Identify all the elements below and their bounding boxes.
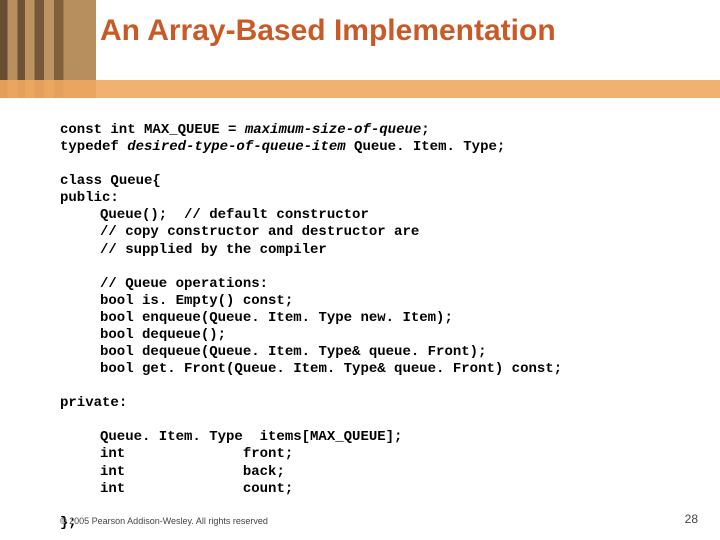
title-underline-bar <box>0 80 720 98</box>
code-line: bool dequeue(); <box>60 327 680 344</box>
footer-copyright: © 2005 Pearson Addison-Wesley. All right… <box>60 516 268 526</box>
code-text: dequeue(); <box>134 327 226 343</box>
code-keyword: int <box>100 446 125 462</box>
code-line: // Queue operations: <box>60 276 680 293</box>
code-text: ; <box>421 122 429 138</box>
code-line: // supplied by the compiler <box>60 242 680 259</box>
code-line: int count; <box>60 481 680 498</box>
code-text: dequeue(Queue. Item. Type& queue. Front)… <box>134 344 487 360</box>
code-keyword: bool <box>100 361 134 377</box>
code-line: int back; <box>60 464 680 481</box>
code-keyword: class <box>60 173 102 189</box>
code-keyword: bool <box>100 327 134 343</box>
code-keyword: public <box>60 190 110 206</box>
code-keyword: bool <box>100 344 134 360</box>
code-keyword: bool <box>100 293 134 309</box>
code-text: : <box>110 190 118 206</box>
code-line: bool dequeue(Queue. Item. Type& queue. F… <box>60 344 680 361</box>
code-text: back; <box>125 464 285 480</box>
code-text: Queue. Item. Type; <box>346 139 506 155</box>
code-text: : <box>119 395 127 411</box>
page-number: 28 <box>685 512 698 526</box>
code-text: count; <box>125 481 293 497</box>
code-line: Queue(); // default constructor <box>60 207 680 224</box>
code-keyword: const int <box>60 122 136 138</box>
code-keyword: private <box>60 395 119 411</box>
slide: An Array-Based Implementation const int … <box>0 0 720 540</box>
code-italic: maximum-size-of-queue <box>245 122 421 138</box>
slide-title: An Array-Based Implementation <box>100 14 700 48</box>
code-keyword: const <box>512 361 554 377</box>
code-text: ; <box>285 293 293 309</box>
code-line: Queue. Item. Type items[MAX_QUEUE]; <box>60 429 680 446</box>
code-line: bool get. Front(Queue. Item. Type& queue… <box>60 361 680 378</box>
code-line: int front; <box>60 446 680 463</box>
code-keyword: const <box>243 293 285 309</box>
code-keyword: typedef <box>60 139 127 155</box>
code-text: MAX_QUEUE = <box>136 122 245 138</box>
code-text: get. Front(Queue. Item. Type& queue. Fro… <box>134 361 512 377</box>
code-line: bool is. Empty() const; <box>60 293 680 310</box>
code-text: enqueue(Queue. Item. Type new. Item); <box>134 310 453 326</box>
code-text: is. Empty() <box>134 293 243 309</box>
code-text: front; <box>125 446 293 462</box>
code-text: ; <box>554 361 562 377</box>
code-italic: desired-type-of-queue-item <box>127 139 345 155</box>
code-text: Queue{ <box>102 173 161 189</box>
code-line: bool enqueue(Queue. Item. Type new. Item… <box>60 310 680 327</box>
code-line: // copy constructor and destructor are <box>60 224 680 241</box>
code-keyword: int <box>100 481 125 497</box>
code-keyword: bool <box>100 310 134 326</box>
code-keyword: int <box>100 464 125 480</box>
code-block: const int MAX_QUEUE = maximum-size-of-qu… <box>60 122 680 532</box>
